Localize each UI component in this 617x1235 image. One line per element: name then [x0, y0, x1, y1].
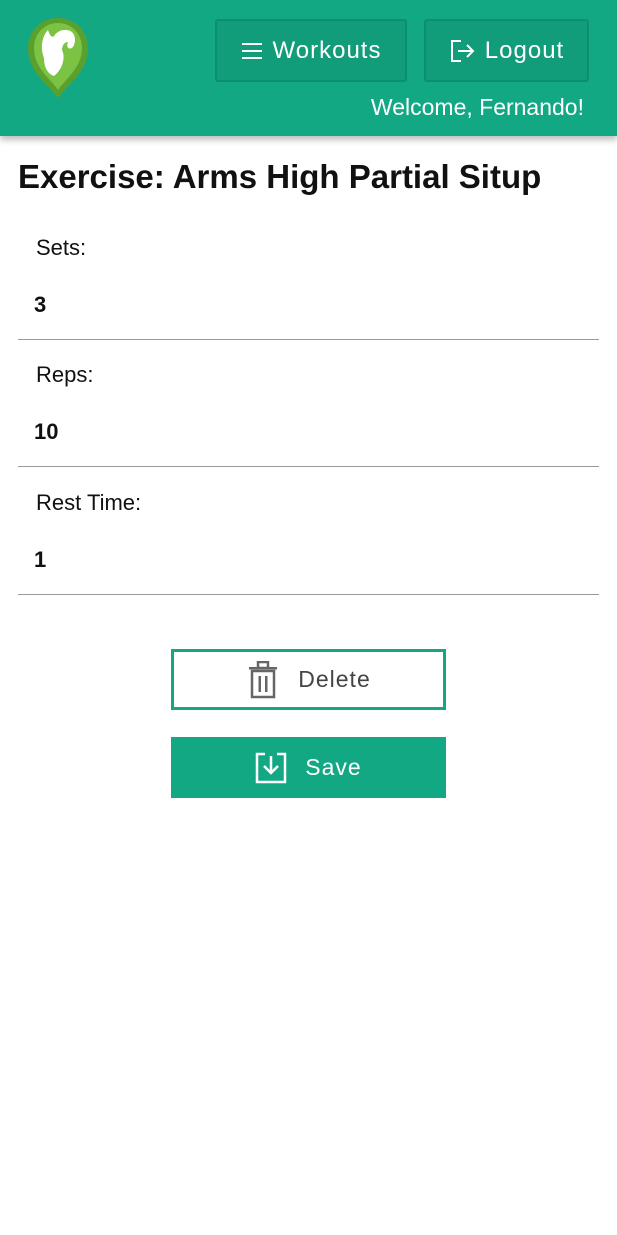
save-label: Save: [305, 754, 362, 780]
sets-field: Sets:: [18, 212, 599, 340]
delete-button[interactable]: Delete: [171, 649, 446, 710]
sets-input[interactable]: [34, 292, 574, 318]
save-button[interactable]: Save: [171, 737, 446, 798]
rest-time-input[interactable]: [34, 547, 574, 573]
sets-label: Sets:: [36, 235, 87, 260]
trash-icon: [246, 660, 280, 699]
reps-label: Reps:: [36, 362, 94, 387]
rest-time-field: Rest Time:: [18, 467, 599, 595]
hamburger-menu-icon: [241, 42, 263, 60]
workouts-label: Workouts: [272, 36, 382, 64]
logout-button[interactable]: Logout: [424, 19, 589, 82]
reps-field: Reps:: [18, 339, 599, 467]
welcome-message: Welcome, Fernando!: [370, 94, 584, 120]
logout-label: Logout: [484, 36, 565, 64]
workouts-button[interactable]: Workouts: [215, 19, 407, 82]
save-download-icon: [255, 752, 287, 784]
flexed-arm-logo-icon[interactable]: [22, 14, 94, 100]
reps-input[interactable]: [34, 419, 574, 445]
page-title: Exercise: Arms High Partial Situp: [18, 158, 542, 195]
rest-time-label: Rest Time:: [36, 490, 142, 515]
logout-icon: [449, 38, 475, 64]
app-header: Workouts Logout Welcome, Fernando!: [0, 0, 617, 136]
delete-label: Delete: [298, 666, 371, 692]
